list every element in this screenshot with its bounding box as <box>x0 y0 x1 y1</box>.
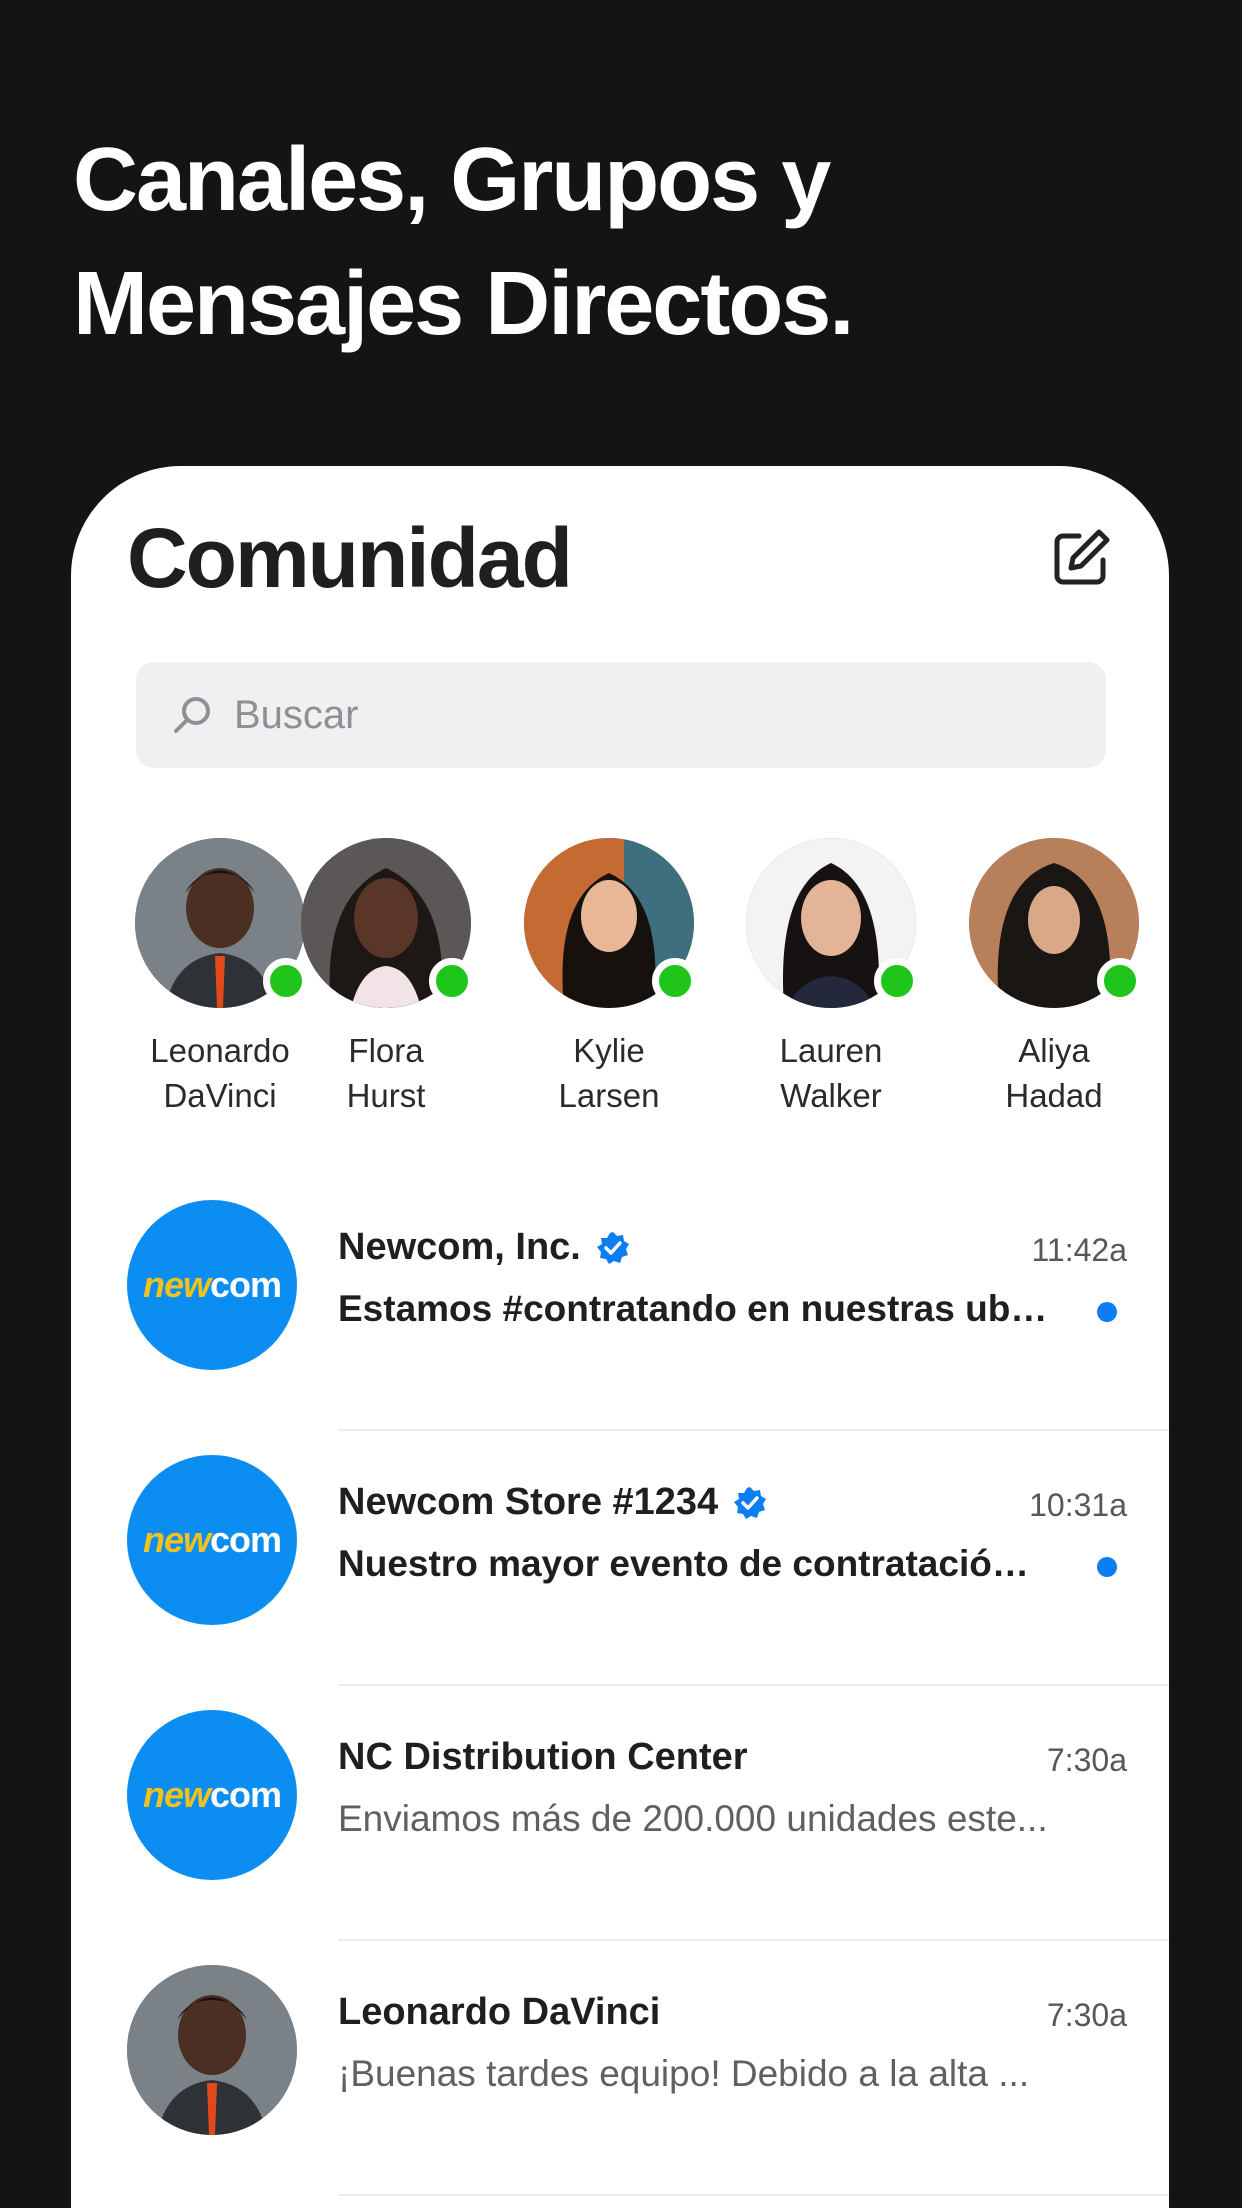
avatar: newcom <box>127 1200 297 1370</box>
story-name: Aliya Hadad <box>1005 1032 1103 1114</box>
chat-name: Newcom, Inc. <box>338 1226 631 1269</box>
chat-row[interactable]: newcom Newcom Store #1234 10:31a Nuestro… <box>71 1431 1169 1686</box>
chat-time: 10:31a <box>1029 1487 1127 1523</box>
avatar: newcom <box>127 1455 297 1625</box>
chat-time: 11:42a <box>1031 1232 1128 1268</box>
search-bar[interactable]: Buscar <box>136 662 1106 768</box>
chat-list: newcom Newcom, Inc. 11:42a Estamos #cont… <box>71 1176 1169 2196</box>
chat-preview: ¡Buenas tardes equipo! Debido a la alta … <box>338 2053 1030 2094</box>
divider <box>338 2194 1169 2196</box>
newcom-logo: newcom <box>142 1519 282 1560</box>
story-item[interactable]: Lauren Walker <box>726 838 936 1118</box>
online-indicator <box>652 958 698 1004</box>
story-name: Lauren Walker <box>779 1032 883 1114</box>
chat-name: Newcom Store #1234 <box>338 1481 768 1524</box>
search-input[interactable]: Buscar <box>234 693 359 738</box>
story-item[interactable]: Aliya Hadad <box>949 838 1159 1118</box>
online-indicator <box>429 958 475 1004</box>
story-item[interactable]: Flora Hurst <box>281 838 491 1118</box>
chat-row[interactable]: Leonardo DaVinci 7:30a ¡Buenas tardes eq… <box>71 1941 1169 2196</box>
newcom-logo: newcom <box>142 1774 282 1815</box>
chat-preview: Enviamos más de 200.000 unidades este... <box>338 1798 1048 1839</box>
search-icon <box>174 697 210 733</box>
newcom-logo: newcom <box>142 1264 282 1305</box>
compose-icon[interactable] <box>1049 526 1113 590</box>
unread-dot <box>1097 1557 1117 1577</box>
verified-badge-icon <box>596 1231 629 1264</box>
story-name: Flora Hurst <box>346 1032 426 1114</box>
online-contacts-row: Leonardo DaVinci Flora Hurst Kylie Larse… <box>71 838 1169 1138</box>
chat-time: 7:30a <box>1046 1742 1127 1778</box>
verified-badge-icon <box>734 1486 767 1519</box>
avatar <box>127 1965 297 2135</box>
chat-time: 7:30a <box>1046 1997 1127 2033</box>
online-indicator <box>874 958 920 1004</box>
chat-name: NC Distribution Center <box>338 1736 748 1778</box>
story-name: Kylie Larsen <box>558 1032 660 1114</box>
phone-screen: Comunidad Buscar Leonardo DaVinci Flora … <box>71 466 1169 2208</box>
chat-preview: Nuestro mayor evento de contratación del… <box>338 1543 1048 1584</box>
chat-preview: Estamos #contratando en nuestras ubicaci… <box>338 1288 1048 1329</box>
headline: Canales, Grupos y Mensajes Directos. <box>73 130 854 354</box>
online-indicator <box>1097 958 1143 1004</box>
page-title: Comunidad <box>127 511 573 605</box>
chat-row[interactable]: newcom Newcom, Inc. 11:42a Estamos #cont… <box>71 1176 1169 1431</box>
unread-dot <box>1097 1302 1117 1322</box>
avatar: newcom <box>127 1710 297 1880</box>
chat-row[interactable]: newcom NC Distribution Center 7:30a Envi… <box>71 1686 1169 1941</box>
story-item[interactable]: Kylie Larsen <box>504 838 714 1118</box>
chat-name: Leonardo DaVinci <box>338 1991 661 2033</box>
